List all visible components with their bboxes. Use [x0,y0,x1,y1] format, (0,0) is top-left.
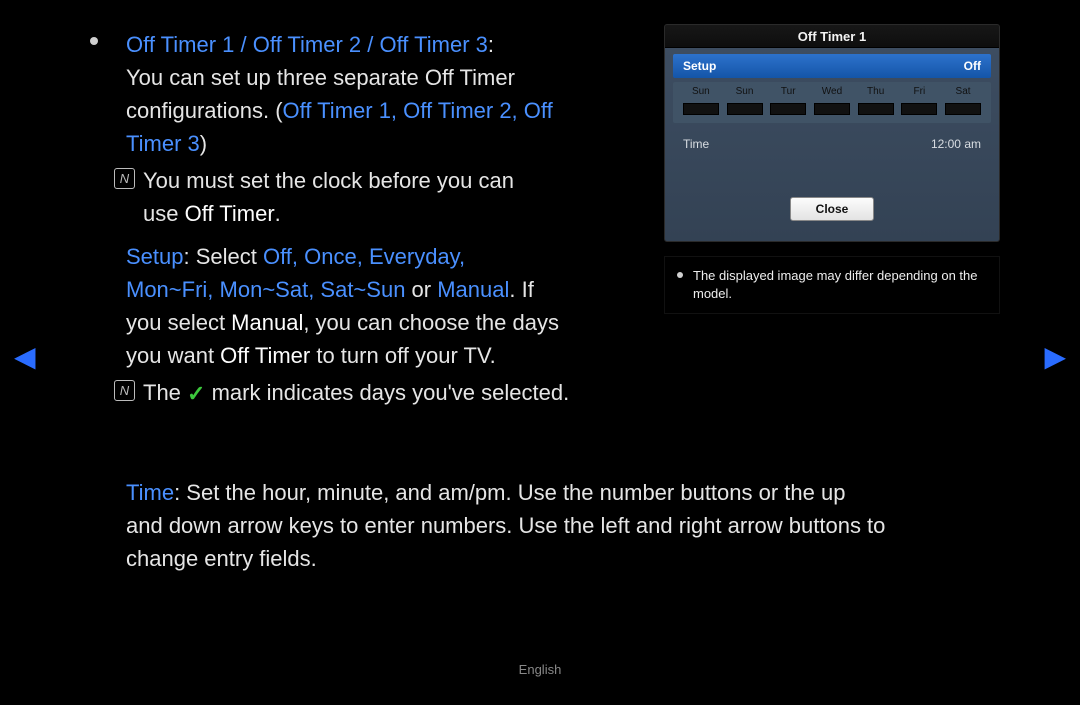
setup-line2-end: . If [509,277,533,302]
line2-bold: Off Timer 1, Off Timer 2, Off [283,98,553,123]
day-label: Sun [727,86,763,97]
title-text: Off Timer 1 / Off Timer 2 / Off Timer 3 [126,32,488,57]
panel-setup-label: Setup [683,59,716,73]
setup-line4-b: to turn off your TV. [310,343,496,368]
panel-time-row[interactable]: Time 12:00 am [673,129,991,197]
line2a: configurations. ( [126,98,283,123]
day-label: Tur [770,86,806,97]
day-checkbox[interactable] [901,103,937,115]
setup-line4-bold: Off Timer [220,343,310,368]
line3-bold: Timer 3 [126,131,200,156]
day-label: Sat [945,86,981,97]
note1-a: You must set the clock before you can [143,168,514,193]
time-label: Time [126,480,174,505]
panel-title: Off Timer 1 [665,25,999,48]
day-checkbox[interactable] [945,103,981,115]
setup-line3-b: , you can choose the days [303,310,559,335]
setup-line2-blue: Mon~Fri, Mon~Sat, Sat~Sun [126,277,405,302]
panel-time-label: Time [683,137,709,151]
panel-caption: The displayed image may differ depending… [664,256,1000,314]
day-label: Fri [901,86,937,97]
bullet-icon [90,37,98,45]
time-body3: change entry fields. [126,542,988,575]
nav-right-arrow[interactable]: ▶ [1044,340,1066,373]
setup-sep: : Select [184,244,263,269]
day-checkbox[interactable] [858,103,894,115]
day-checkbox[interactable] [683,103,719,115]
time-description: Time: Set the hour, minute, and am/pm. U… [126,476,988,575]
nav-left-arrow[interactable]: ◀ [14,340,36,373]
day-checkbox[interactable] [727,103,763,115]
note-icon-2: N [114,380,135,401]
check-icon: ✓ [187,377,205,410]
day-label: Wed [814,86,850,97]
setup-label: Setup [126,244,184,269]
setup-line2-mid: or [405,277,437,302]
setup-line4-a: you want [126,343,220,368]
panel-time-value: 12:00 am [931,137,981,151]
setup-vals: Off, Once, Everyday, [263,244,465,269]
panel-setup-value: Off [964,59,981,73]
panel-days[interactable]: Sun Sun Tur Wed Thu Fri Sat [673,82,991,123]
off-timer-panel: Off Timer 1 Setup Off Sun Sun Tur Wed Th… [664,24,1000,242]
note1-b: use [143,201,185,226]
note2-a: The [143,380,187,405]
day-label: Sun [683,86,719,97]
line3-close: ) [200,131,207,156]
note1-c: . [275,201,281,226]
setup-line3-a: you select [126,310,231,335]
line1: You can set up three separate Off Timer [126,61,606,94]
setup-line3-bold: Manual [231,310,303,335]
footer-language: English [519,662,562,677]
note2-b: mark indicates days you've selected. [212,380,570,405]
day-checkbox[interactable] [770,103,806,115]
day-checkbox[interactable] [814,103,850,115]
time-body1: : Set the hour, minute, and am/pm. Use t… [174,480,845,505]
setup-line2-manual: Manual [437,277,509,302]
note1-bold: Off Timer [185,201,275,226]
close-button[interactable]: Close [790,197,874,221]
main-text-column: Off Timer 1 / Off Timer 2 / Off Timer 3:… [108,28,606,410]
note-icon: N [114,168,135,189]
time-body2: and down arrow keys to enter numbers. Us… [126,509,988,542]
panel-setup-row[interactable]: Setup Off [673,54,991,78]
day-label: Thu [858,86,894,97]
